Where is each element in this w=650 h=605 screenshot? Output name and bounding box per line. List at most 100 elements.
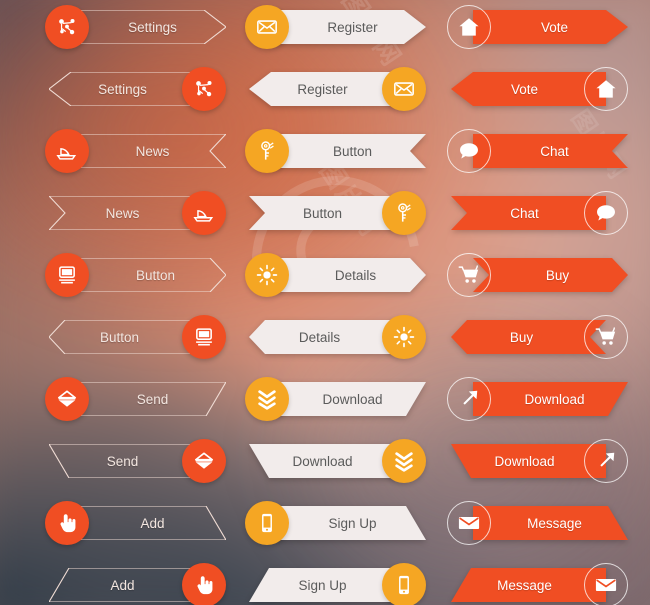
button-add-rtl[interactable]: Add xyxy=(45,563,230,605)
button-settings-ltr[interactable]: Settings xyxy=(45,5,230,49)
sun-icon[interactable] xyxy=(382,315,426,359)
arrow-diagonal-icon[interactable] xyxy=(584,439,628,483)
button-label: Download xyxy=(322,391,383,407)
button-button-rtl[interactable]: Button xyxy=(45,315,230,359)
button-body[interactable]: Download xyxy=(271,382,426,416)
pointing-hand-icon[interactable] xyxy=(182,563,226,605)
button-news-rtl[interactable]: News xyxy=(45,191,230,235)
button-label: Chat xyxy=(510,205,539,221)
send-diamond-icon[interactable] xyxy=(182,439,226,483)
monitor-icon[interactable] xyxy=(182,315,226,359)
boat-icon[interactable] xyxy=(182,191,226,235)
button-sign-up-rtl[interactable]: Sign Up xyxy=(245,563,430,605)
chevrons-down-icon[interactable] xyxy=(382,439,426,483)
chat-bubble-icon[interactable] xyxy=(584,191,628,235)
button-details-rtl[interactable]: Details xyxy=(245,315,430,359)
envelope-open-icon[interactable] xyxy=(245,5,289,49)
button-button-rtl[interactable]: Button xyxy=(245,191,430,235)
button-body[interactable]: Settings xyxy=(71,10,226,44)
key-icon[interactable] xyxy=(245,129,289,173)
button-body[interactable]: Buy xyxy=(473,258,628,292)
button-news-ltr[interactable]: News xyxy=(45,129,230,173)
button-sign-up-ltr[interactable]: Sign Up xyxy=(245,501,430,545)
button-body[interactable]: Button xyxy=(71,258,226,292)
mobile-phone-icon[interactable] xyxy=(245,501,289,545)
button-chat-rtl[interactable]: Chat xyxy=(447,191,632,235)
button-message-rtl[interactable]: Message xyxy=(447,563,632,605)
button-buy-rtl[interactable]: Buy xyxy=(447,315,632,359)
button-body[interactable]: Details xyxy=(271,258,426,292)
button-set-canvas: 图片网 图片网 图片网 SettingsRegisterVoteSettings… xyxy=(0,0,650,605)
boat-icon[interactable] xyxy=(45,129,89,173)
share-nodes-icon[interactable] xyxy=(182,67,226,111)
button-body[interactable]: News xyxy=(71,134,226,168)
arrow-diagonal-icon[interactable] xyxy=(447,377,491,421)
button-send-rtl[interactable]: Send xyxy=(45,439,230,483)
button-message-ltr[interactable]: Message xyxy=(447,501,632,545)
button-body[interactable]: Chat xyxy=(473,134,628,168)
share-nodes-icon[interactable] xyxy=(45,5,89,49)
button-body[interactable]: Send xyxy=(71,382,226,416)
button-body[interactable]: Add xyxy=(49,568,204,602)
shopping-cart-icon[interactable] xyxy=(584,315,628,359)
button-register-rtl[interactable]: Register xyxy=(245,67,430,111)
button-body[interactable]: Button xyxy=(49,320,204,354)
button-download-ltr[interactable]: Download xyxy=(245,377,430,421)
button-button-ltr[interactable]: Button xyxy=(245,129,430,173)
button-label: Button xyxy=(135,267,176,283)
button-body[interactable]: Vote xyxy=(473,10,628,44)
monitor-icon[interactable] xyxy=(45,253,89,297)
key-icon[interactable] xyxy=(382,191,426,235)
button-button-ltr[interactable]: Button xyxy=(45,253,230,297)
button-download-rtl[interactable]: Download xyxy=(447,439,632,483)
envelope-icon[interactable] xyxy=(447,501,491,545)
button-body[interactable]: Buy xyxy=(451,320,606,354)
button-body[interactable]: Details xyxy=(249,320,404,354)
button-register-ltr[interactable]: Register xyxy=(245,5,430,49)
button-vote-ltr[interactable]: Vote xyxy=(447,5,632,49)
button-label: Buy xyxy=(545,267,570,283)
button-body[interactable]: Settings xyxy=(49,72,204,106)
mobile-phone-icon[interactable] xyxy=(382,563,426,605)
button-download-rtl[interactable]: Download xyxy=(245,439,430,483)
button-details-ltr[interactable]: Details xyxy=(245,253,430,297)
button-settings-rtl[interactable]: Settings xyxy=(45,67,230,111)
button-send-ltr[interactable]: Send xyxy=(45,377,230,421)
button-body[interactable]: Download xyxy=(249,444,404,478)
button-body[interactable]: Download xyxy=(473,382,628,416)
send-diamond-icon[interactable] xyxy=(45,377,89,421)
button-body[interactable]: Button xyxy=(271,134,426,168)
home-icon[interactable] xyxy=(584,67,628,111)
chevrons-down-icon[interactable] xyxy=(245,377,289,421)
button-body[interactable]: Download xyxy=(451,444,606,478)
button-body[interactable]: Register xyxy=(271,10,426,44)
button-body[interactable]: Add xyxy=(71,506,226,540)
button-body[interactable]: Chat xyxy=(451,196,606,230)
home-icon[interactable] xyxy=(447,5,491,49)
button-label: Button xyxy=(302,205,343,221)
envelope-icon[interactable] xyxy=(584,563,628,605)
chat-bubble-icon[interactable] xyxy=(447,129,491,173)
button-buy-ltr[interactable]: Buy xyxy=(447,253,632,297)
shopping-cart-icon[interactable] xyxy=(447,253,491,297)
button-body[interactable]: Sign Up xyxy=(249,568,404,602)
button-body[interactable]: Message xyxy=(473,506,628,540)
button-body[interactable]: Vote xyxy=(451,72,606,106)
envelope-open-icon[interactable] xyxy=(382,67,426,111)
button-label: Vote xyxy=(510,81,539,97)
sun-icon[interactable] xyxy=(245,253,289,297)
button-body[interactable]: Register xyxy=(249,72,404,106)
button-body[interactable]: News xyxy=(49,196,204,230)
button-grid: Settings Register Vote Settings Register Vote… xyxy=(0,0,650,605)
button-add-ltr[interactable]: Add xyxy=(45,501,230,545)
button-label: Chat xyxy=(540,143,569,159)
button-body[interactable]: Message xyxy=(451,568,606,602)
button-vote-rtl[interactable]: Vote xyxy=(447,67,632,111)
button-chat-ltr[interactable]: Chat xyxy=(447,129,632,173)
pointing-hand-icon[interactable] xyxy=(45,501,89,545)
button-body[interactable]: Sign Up xyxy=(271,506,426,540)
button-download-ltr[interactable]: Download xyxy=(447,377,632,421)
button-body[interactable]: Button xyxy=(249,196,404,230)
button-body[interactable]: Send xyxy=(49,444,204,478)
button-label: Vote xyxy=(540,19,569,35)
